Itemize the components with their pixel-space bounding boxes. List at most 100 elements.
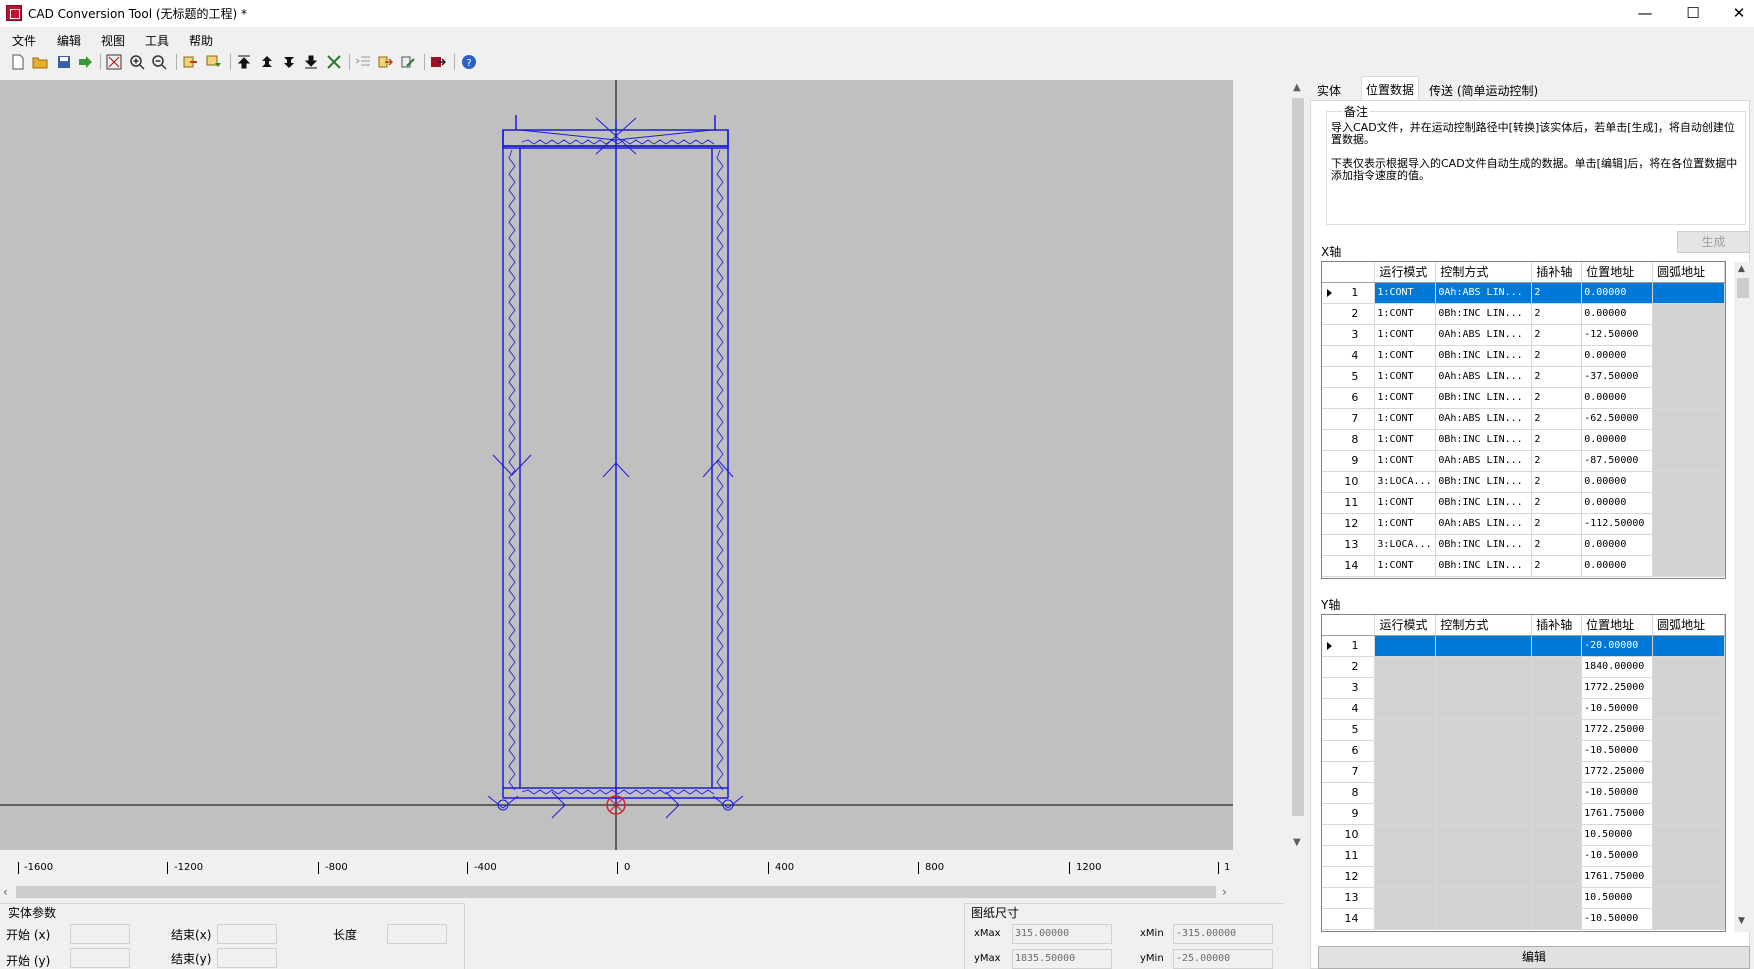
interp-axis-cell[interactable]: [1531, 677, 1583, 699]
interp-axis-cell[interactable]: [1531, 719, 1583, 741]
run-mode-cell[interactable]: 1:CONT: [1374, 303, 1437, 325]
control-mode-cell[interactable]: 0Bh:INC LIN...: [1435, 387, 1533, 409]
interp-axis-cell[interactable]: 2: [1531, 471, 1583, 493]
position-cell[interactable]: -20.00000: [1581, 635, 1654, 657]
position-cell[interactable]: 0.00000: [1581, 303, 1654, 325]
arc-cell[interactable]: [1652, 513, 1725, 535]
scroll-thumb[interactable]: [1292, 98, 1304, 816]
control-mode-cell[interactable]: 0Bh:INC LIN...: [1435, 345, 1533, 367]
control-mode-cell[interactable]: [1435, 698, 1533, 720]
edit-button[interactable]: 编辑: [1318, 946, 1750, 969]
row-number[interactable]: 14: [1322, 908, 1376, 930]
table-row[interactable]: 9 1:CONT 0Ah:ABS LIN... 2 -87.50000: [1322, 450, 1725, 472]
control-mode-cell[interactable]: 0Ah:ABS LIN...: [1435, 366, 1533, 388]
control-mode-cell[interactable]: [1435, 677, 1533, 699]
scroll-down-icon[interactable]: ▼: [1293, 837, 1301, 848]
control-mode-cell[interactable]: 0Bh:INC LIN...: [1435, 534, 1533, 556]
control-mode-cell[interactable]: 0Bh:INC LIN...: [1435, 303, 1533, 325]
interp-axis-cell[interactable]: 2: [1531, 450, 1583, 472]
generate-button[interactable]: 生成: [1677, 231, 1750, 253]
menu-tools[interactable]: 工具: [145, 32, 169, 49]
table-row[interactable]: 5 1:CONT 0Ah:ABS LIN... 2 -37.50000: [1322, 366, 1725, 388]
row-number[interactable]: 2: [1322, 656, 1376, 678]
run-mode-cell[interactable]: [1374, 887, 1437, 909]
x-axis-grid[interactable]: 运行模式 控制方式 插补轴 位置地址 圆弧地址 1 1:CONT 0Ah:ABS L…: [1321, 261, 1726, 579]
position-cell[interactable]: 1761.75000: [1581, 866, 1654, 888]
interp-axis-cell[interactable]: 2: [1531, 282, 1583, 304]
arc-cell[interactable]: [1652, 408, 1725, 430]
position-cell[interactable]: -87.50000: [1581, 450, 1654, 472]
control-mode-cell[interactable]: 0Bh:INC LIN...: [1435, 555, 1533, 577]
run-mode-cell[interactable]: 1:CONT: [1374, 408, 1437, 430]
col-header-arc[interactable]: 圆弧地址: [1652, 262, 1725, 283]
scroll-up-icon[interactable]: ▲: [1293, 82, 1301, 93]
y-axis-grid[interactable]: 运行模式 控制方式 插补轴 位置地址 圆弧地址 1 -20.00000 2 1840.…: [1321, 614, 1726, 932]
col-header-interp-axis[interactable]: 插补轴: [1531, 615, 1583, 636]
run-icon[interactable]: [430, 54, 446, 70]
interp-axis-cell[interactable]: [1531, 887, 1583, 909]
indent-icon[interactable]: [355, 54, 371, 70]
col-header-control-mode[interactable]: 控制方式: [1435, 262, 1533, 283]
arc-cell[interactable]: [1652, 740, 1725, 762]
save-icon[interactable]: [56, 54, 72, 70]
interp-axis-cell[interactable]: 2: [1531, 324, 1583, 346]
tab-transfer[interactable]: 传送 (简单运动控制): [1425, 78, 1542, 100]
table-row[interactable]: 12 1:CONT 0Ah:ABS LIN... 2 -112.50000: [1322, 513, 1725, 535]
arc-cell[interactable]: [1652, 866, 1725, 888]
run-mode-cell[interactable]: 1:CONT: [1374, 555, 1437, 577]
help-icon[interactable]: ?: [461, 54, 477, 70]
vertical-scrollbar[interactable]: ▲ ▼: [1289, 80, 1307, 850]
auto-arrange-icon[interactable]: [326, 54, 342, 70]
control-mode-cell[interactable]: [1435, 845, 1533, 867]
table-row[interactable]: 9 1761.75000: [1322, 803, 1725, 825]
arc-cell[interactable]: [1652, 803, 1725, 825]
close-button[interactable]: ✕: [1716, 0, 1754, 27]
arc-cell[interactable]: [1652, 345, 1725, 367]
control-mode-cell[interactable]: 0Bh:INC LIN...: [1435, 492, 1533, 514]
move-top-icon[interactable]: [236, 54, 252, 70]
col-header-run-mode[interactable]: 运行模式: [1374, 615, 1437, 636]
table-row[interactable]: 8 1:CONT 0Bh:INC LIN... 2 0.00000: [1322, 429, 1725, 451]
control-mode-cell[interactable]: [1435, 887, 1533, 909]
arc-cell[interactable]: [1652, 492, 1725, 514]
interp-axis-cell[interactable]: [1531, 824, 1583, 846]
maximize-button[interactable]: ☐: [1670, 0, 1716, 27]
control-mode-cell[interactable]: 0Ah:ABS LIN...: [1435, 450, 1533, 472]
arc-cell[interactable]: [1652, 719, 1725, 741]
arc-cell[interactable]: [1652, 635, 1725, 657]
position-cell[interactable]: 1761.75000: [1581, 803, 1654, 825]
control-mode-cell[interactable]: 0Ah:ABS LIN...: [1435, 513, 1533, 535]
run-mode-cell[interactable]: [1374, 782, 1437, 804]
col-header-run-mode[interactable]: 运行模式: [1374, 262, 1437, 283]
control-mode-cell[interactable]: [1435, 908, 1533, 930]
interp-axis-cell[interactable]: [1531, 803, 1583, 825]
row-number[interactable]: 1: [1322, 282, 1376, 304]
row-number[interactable]: 2: [1322, 303, 1376, 325]
control-mode-cell[interactable]: [1435, 824, 1533, 846]
table-row[interactable]: 4 -10.50000: [1322, 698, 1725, 720]
arc-cell[interactable]: [1652, 698, 1725, 720]
run-mode-cell[interactable]: 1:CONT: [1374, 345, 1437, 367]
row-number[interactable]: 8: [1322, 429, 1376, 451]
run-mode-cell[interactable]: [1374, 803, 1437, 825]
convert-icon[interactable]: [377, 54, 393, 70]
interp-axis-cell[interactable]: 2: [1531, 555, 1583, 577]
table-row[interactable]: 13 10.50000: [1322, 887, 1725, 909]
table-row[interactable]: 12 1761.75000: [1322, 866, 1725, 888]
new-file-icon[interactable]: [10, 54, 26, 70]
table-row[interactable]: 6 -10.50000: [1322, 740, 1725, 762]
row-number[interactable]: 3: [1322, 324, 1376, 346]
table-row[interactable]: 10 10.50000: [1322, 824, 1725, 846]
table-row[interactable]: 5 1772.25000: [1322, 719, 1725, 741]
control-mode-cell[interactable]: [1435, 866, 1533, 888]
arc-cell[interactable]: [1652, 887, 1725, 909]
table-row[interactable]: 14 1:CONT 0Bh:INC LIN... 2 0.00000: [1322, 555, 1725, 577]
zoom-fit-icon[interactable]: [106, 54, 122, 70]
run-mode-cell[interactable]: 3:LOCA...: [1374, 534, 1437, 556]
scroll-down-icon[interactable]: ▼: [1738, 916, 1745, 926]
position-cell[interactable]: 0.00000: [1581, 429, 1654, 451]
position-cell[interactable]: 0.00000: [1581, 387, 1654, 409]
row-number[interactable]: 1: [1322, 635, 1376, 657]
run-mode-cell[interactable]: [1374, 761, 1437, 783]
open-folder-icon[interactable]: [32, 54, 48, 70]
